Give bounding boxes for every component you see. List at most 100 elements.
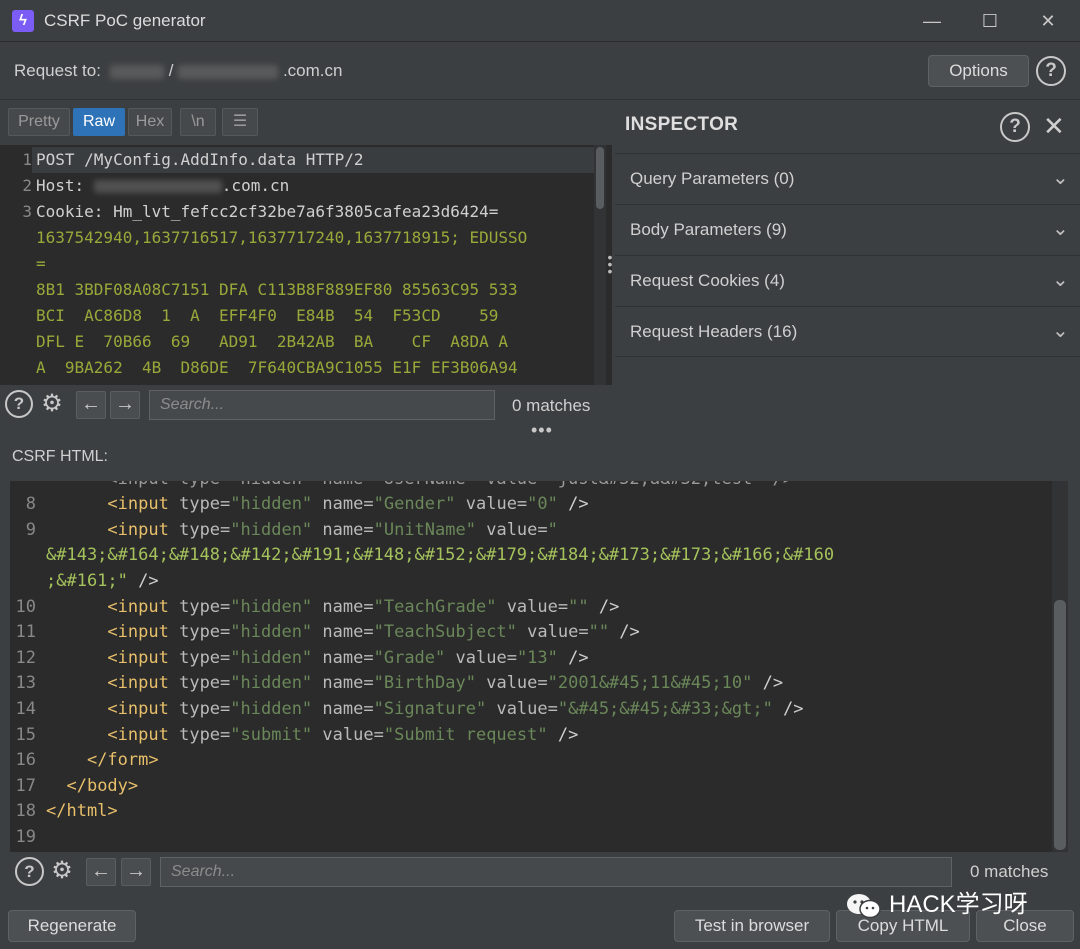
line-number: 14 — [15, 699, 36, 719]
previous-match-button[interactable]: ← — [76, 391, 106, 419]
close-window-button[interactable]: ✕ — [1028, 8, 1068, 34]
inspector-panel: INSPECTOR ? ✕ Query Parameters (0) ⌄ Bod… — [615, 101, 1080, 424]
request-host: / .com.cn — [110, 61, 342, 81]
chevron-down-icon: ⌄ — [1052, 167, 1069, 189]
csrf-html-label: CSRF HTML: — [12, 448, 108, 465]
code-line: <input type="hidden" name="UnitName" val… — [107, 520, 558, 540]
line-number: 16 — [15, 750, 36, 770]
gear-icon[interactable]: ⚙ — [38, 390, 66, 418]
code-line: </html> — [46, 801, 118, 821]
cookie-header: Cookie: Hm_lvt_fefcc2cf32be7a6f3805cafea… — [36, 202, 499, 221]
section-label: Query Parameters (0) — [630, 169, 795, 188]
host-header-name: Host: — [36, 176, 94, 195]
request-editor: Pretty Raw Hex \n ☰ 1 2 3 POST /MyConfig… — [0, 101, 612, 424]
code-line: <input type="hidden" name="BirthDay" val… — [107, 673, 784, 693]
title-bar: ϟ CSRF PoC generator — ☐ ✕ — [0, 0, 1080, 42]
redacted-host-part — [178, 64, 279, 79]
menu-icon[interactable]: ☰ — [222, 108, 258, 136]
code-line: <input type="hidden" name="UserName" val… — [46, 481, 793, 489]
next-match-button[interactable]: → — [121, 858, 151, 886]
csrf-scrollbar-thumb[interactable] — [1054, 600, 1066, 850]
previous-match-button[interactable]: ← — [86, 858, 116, 886]
line-number: 17 — [15, 776, 36, 796]
code-line: <input type="hidden" name="Signature" va… — [107, 699, 804, 719]
request-search-input[interactable]: Search... — [149, 390, 495, 420]
test-in-browser-button[interactable]: Test in browser — [674, 910, 830, 942]
redacted-host-part — [110, 64, 164, 79]
cookie-value: BCI AC86D8 1 A EFF4F0 E84B 54 F53CD 59 — [36, 306, 499, 325]
window-title: CSRF PoC generator — [44, 11, 206, 30]
line-number: 8 — [25, 494, 36, 514]
horizontal-splitter-handle[interactable]: ••• — [531, 420, 553, 441]
cookie-value: DFL E 70B66 69 AD91 2B42AB BA CF A8DA A — [36, 332, 509, 351]
cookie-value: A 9BA262 4B D86DE 7F640CBA9C1055 E1F EF3… — [36, 358, 518, 377]
tab-hex[interactable]: Hex — [128, 108, 172, 136]
request-match-count: 0 matches — [512, 396, 591, 415]
redacted-host-part — [93, 180, 222, 193]
help-icon[interactable]: ? — [5, 390, 33, 418]
next-match-button[interactable]: → — [110, 391, 140, 419]
line-number: 3 — [22, 202, 32, 221]
request-code-area[interactable]: 1 2 3 POST /MyConfig.AddInfo.data HTTP/2… — [0, 145, 600, 385]
options-button[interactable]: Options — [928, 55, 1029, 87]
gear-icon[interactable]: ⚙ — [48, 857, 76, 885]
chevron-down-icon: ⌄ — [1052, 218, 1069, 240]
line-number: 10 — [15, 597, 36, 617]
help-icon[interactable]: ? — [1036, 56, 1066, 86]
vertical-splitter-handle[interactable]: • • • — [606, 250, 614, 278]
cookie-value: 8B1 3BDF08A08C7151 DFA C113B8F889EF80 85… — [36, 280, 518, 299]
code-line: <input type="hidden" name="TeachGrade" v… — [107, 597, 620, 617]
code-line: </body> — [66, 776, 139, 796]
code-line-wrapped: &#143;&#164;&#148;&#142;&#191;&#148;&#15… — [46, 545, 835, 565]
minimize-button[interactable]: — — [912, 8, 952, 34]
help-icon[interactable]: ? — [15, 857, 44, 886]
host-header-suffix: .com.cn — [221, 176, 290, 195]
line-number: 12 — [15, 648, 36, 668]
maximize-button[interactable]: ☐ — [970, 8, 1010, 34]
cookie-value: = — [36, 254, 46, 273]
code-line: <input type="hidden" name="TeachSubject"… — [107, 622, 640, 642]
line-number: 15 — [15, 725, 36, 745]
newline-toggle-button[interactable]: \n — [180, 108, 216, 136]
host-header: Host: .com.cn — [36, 176, 289, 195]
regenerate-button[interactable]: Regenerate — [8, 910, 136, 942]
app-logo-icon: ϟ — [12, 10, 34, 32]
line-number: 13 — [15, 673, 36, 693]
tab-pretty[interactable]: Pretty — [8, 108, 70, 136]
inspector-section-request-headers[interactable]: Request Headers (16) ⌄ — [615, 306, 1080, 357]
inspector-section-request-cookies[interactable]: Request Cookies (4) ⌄ — [615, 255, 1080, 306]
chat-bubbles-icon — [847, 893, 881, 918]
section-label: Body Parameters (9) — [630, 220, 787, 239]
request-to-label: Request to: — [14, 61, 101, 80]
inspector-section-body-parameters[interactable]: Body Parameters (9) ⌄ — [615, 204, 1080, 255]
code-line-wrapped: ;&#161;" /> — [46, 571, 159, 591]
inspector-title: INSPECTOR — [625, 114, 739, 135]
request-view-tabs: Pretty Raw Hex \n ☰ — [0, 101, 612, 145]
request-scrollbar-thumb[interactable] — [596, 147, 604, 209]
watermark: HACK学习呀 — [845, 884, 1028, 920]
line-number: 1 — [22, 150, 32, 169]
section-label: Request Cookies (4) — [630, 271, 785, 290]
line-number: 18 — [15, 801, 36, 821]
request-target-bar: Request to: / .com.cn Options ? — [0, 42, 1080, 100]
help-icon[interactable]: ? — [1000, 112, 1030, 142]
close-icon[interactable]: ✕ — [1043, 111, 1065, 142]
inspector-section-query-parameters[interactable]: Query Parameters (0) ⌄ — [615, 153, 1080, 204]
csrf-search-input[interactable]: Search... — [160, 857, 952, 887]
code-line: <input type="hidden" name="Grade" value=… — [107, 648, 589, 668]
tab-raw[interactable]: Raw — [73, 108, 125, 136]
request-search-bar: ? ⚙ ← → Search... 0 matches — [0, 385, 612, 424]
line-number: 19 — [15, 827, 36, 847]
cookie-value: 1637542940,1637716517,1637717240,1637718… — [36, 228, 528, 247]
code-line: </form> — [86, 750, 159, 770]
line-number: 2 — [22, 176, 32, 195]
code-line: <input type="hidden" name="Gender" value… — [107, 494, 589, 514]
line-number: 11 — [15, 622, 36, 642]
chevron-down-icon: ⌄ — [1052, 320, 1069, 342]
csrf-match-count: 0 matches — [970, 862, 1049, 881]
line-number: 9 — [25, 520, 36, 540]
request-line: POST /MyConfig.AddInfo.data HTTP/2 — [36, 150, 364, 169]
section-label: Request Headers (16) — [630, 322, 798, 341]
csrf-html-editor[interactable]: <input type="hidden" name="UserName" val… — [10, 481, 1052, 852]
host-suffix: .com.cn — [282, 61, 343, 80]
